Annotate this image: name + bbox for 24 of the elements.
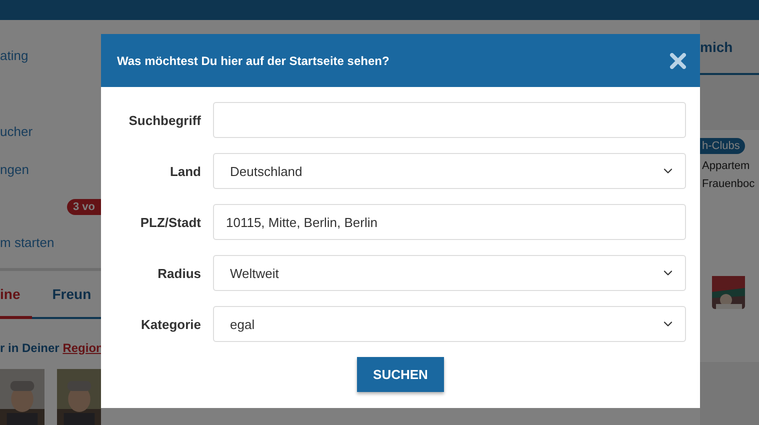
field-label: Suchbegriff — [128, 112, 201, 128]
input-field[interactable]: 10115, Mitte, Berlin, Berlin — [213, 204, 686, 240]
search-button[interactable]: SUCHEN — [357, 357, 444, 392]
input-field[interactable] — [213, 102, 686, 138]
card-text: Frauenboc — [701, 178, 756, 190]
count-badge: 3 vo — [66, 199, 101, 215]
dropdown[interactable]: Weltweit — [213, 255, 686, 291]
close-icon — [670, 52, 686, 68]
sidebar-item[interactable]: ngen — [0, 162, 101, 181]
tab[interactable]: Freun — [52, 271, 104, 319]
sidebar-item[interactable]: ucher — [0, 124, 101, 143]
sidebar-item[interactable]: ating — [0, 48, 101, 67]
dialog-title: Was möchtest Du hier auf der Startseite sehen? — [117, 54, 390, 68]
close-button[interactable] — [670, 52, 686, 68]
category-tag: h-Clubs — [700, 138, 745, 154]
field-label: Kategorie — [140, 316, 201, 332]
dropdown[interactable]: Deutschland — [213, 153, 686, 189]
card-text: Appartem — [701, 160, 751, 172]
field-label: Radius — [156, 266, 201, 280]
field-label: PLZ/Stadt — [139, 214, 201, 230]
field-label: Land — [168, 164, 201, 178]
sidebar-item[interactable]: m starten — [0, 235, 101, 254]
tab[interactable]: ine — [0, 271, 32, 319]
dropdown[interactable]: egal — [213, 306, 686, 342]
